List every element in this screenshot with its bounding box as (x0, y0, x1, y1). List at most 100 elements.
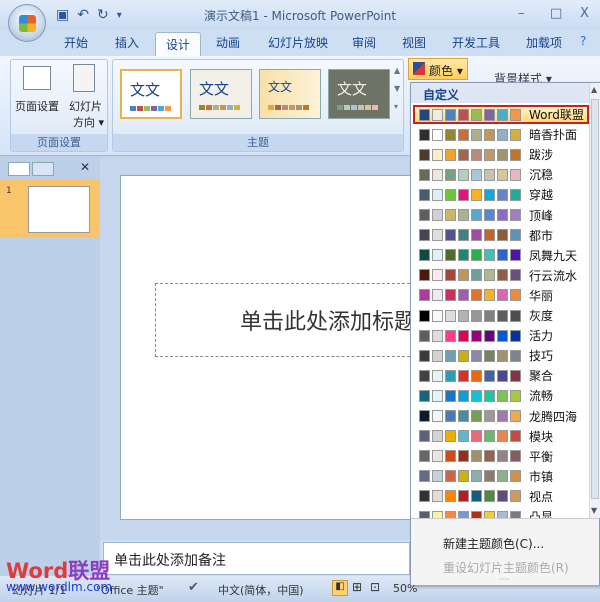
color-scheme-item[interactable]: 行云流水 (415, 266, 587, 285)
color-swatch (484, 269, 495, 282)
color-scheme-item[interactable]: 沉稳 (415, 165, 587, 184)
color-swatch (458, 470, 469, 483)
color-swatch (484, 108, 495, 121)
color-swatch (484, 128, 495, 141)
tab-developer[interactable]: 开发工具 (452, 34, 500, 51)
color-scheme-item[interactable]: Word联盟 (413, 105, 589, 124)
color-swatch (484, 369, 495, 382)
color-swatch (419, 209, 430, 221)
close-button[interactable]: X (580, 6, 589, 21)
customize-qat-icon[interactable]: ▾ (117, 10, 122, 21)
color-scheme-item[interactable]: 模块 (415, 427, 587, 446)
notes-pane[interactable]: 单击此处添加备注 (103, 542, 410, 575)
color-scheme-item[interactable]: 灰度 (415, 306, 587, 325)
color-swatch (445, 128, 456, 141)
slide-orientation-button[interactable]: 幻灯片 (69, 98, 102, 114)
color-scheme-item[interactable]: 龙腾四海 (415, 407, 587, 426)
color-swatch (484, 410, 495, 422)
scroll-down-icon[interactable]: ▼ (591, 506, 597, 515)
gallery-scroll-icon[interactable]: ▲ ▼ ▾ (394, 66, 400, 111)
color-swatch (458, 148, 469, 161)
color-scheme-name: 市镇 (529, 469, 554, 484)
redo-icon[interactable]: ↻ (97, 7, 109, 23)
scroll-up-icon[interactable]: ▲ (591, 85, 597, 94)
color-swatch (497, 188, 508, 201)
color-scheme-item[interactable]: 活力 (415, 326, 587, 345)
color-scheme-item[interactable]: 视点 (415, 487, 587, 506)
color-swatch (471, 430, 482, 443)
color-scheme-item[interactable]: 平衡 (415, 447, 587, 466)
tab-slideshow[interactable]: 幻灯片放映 (268, 34, 328, 51)
color-scheme-item[interactable]: 暗香扑面 (415, 125, 587, 144)
color-swatch (458, 209, 469, 221)
save-icon[interactable]: ▣ (56, 7, 69, 23)
slides-tab[interactable] (8, 162, 30, 176)
color-scheme-item[interactable]: 凤舞九天 (415, 246, 587, 265)
color-swatch (419, 450, 430, 463)
title-placeholder[interactable]: 单击此处添加标题 (155, 283, 415, 357)
spell-check-icon[interactable]: ✔ (188, 580, 199, 595)
normal-view-icon[interactable]: ◧ (332, 580, 348, 596)
color-swatch (458, 108, 469, 121)
color-scheme-item[interactable]: 都市 (415, 226, 587, 245)
theme-2[interactable]: 文文 (190, 69, 252, 119)
page-setup-button[interactable]: 页面设置 (15, 98, 59, 114)
color-swatch (471, 309, 482, 322)
color-swatches (419, 410, 521, 422)
color-scheme-item[interactable]: 流畅 (415, 386, 587, 405)
minimize-button[interactable]: – (518, 6, 525, 21)
menu-scrollbar[interactable]: ▲ ▼ (589, 83, 600, 518)
color-swatch (484, 289, 495, 302)
close-pane-icon[interactable]: ✕ (80, 160, 90, 174)
undo-icon[interactable]: ↶ (77, 7, 89, 23)
color-scheme-name: 视点 (529, 489, 554, 504)
tab-insert[interactable]: 插入 (115, 34, 139, 51)
color-swatch (419, 430, 430, 443)
color-scheme-name: 都市 (529, 228, 554, 243)
maximize-button[interactable]: □ (550, 6, 562, 21)
color-swatches (419, 148, 521, 161)
color-swatches (419, 349, 521, 362)
new-theme-colors-item[interactable]: 新建主题颜色(C)... (443, 535, 544, 552)
tab-design[interactable]: 设计 (155, 32, 202, 58)
tab-animations[interactable]: 动画 (216, 34, 240, 51)
theme-4[interactable]: 文文 (328, 69, 390, 119)
help-icon[interactable]: ? (580, 34, 586, 48)
slideshow-view-icon[interactable]: ⊡ (370, 580, 380, 594)
theme-office[interactable]: 文文 (120, 69, 182, 119)
color-scheme-item[interactable]: 跋涉 (415, 145, 587, 164)
outline-tab[interactable] (32, 162, 54, 176)
color-swatches (419, 329, 521, 342)
slide-thumbnail-selected[interactable]: 1 (0, 180, 100, 238)
color-scheme-item[interactable]: 华丽 (415, 286, 587, 305)
color-scheme-item[interactable]: 聚合 (415, 366, 587, 385)
tab-view[interactable]: 视图 (402, 34, 426, 51)
language-status[interactable]: 中文(简体，中国) (218, 582, 304, 598)
color-swatch (497, 349, 508, 362)
tab-review[interactable]: 审阅 (352, 34, 376, 51)
color-swatch (432, 168, 443, 181)
color-swatch (497, 309, 508, 322)
office-button[interactable] (8, 4, 46, 42)
color-swatch (432, 389, 443, 402)
color-swatch (497, 249, 508, 262)
tab-addins[interactable]: 加载项 (526, 34, 562, 51)
scroll-thumb[interactable] (591, 99, 599, 499)
theme-colors-menu: 自定义 Word联盟 暗香扑面 跋涉 沉稳 穿越 顶峰 都市 凤舞九天 行云流水 华丽 灰度 活力 技巧… (410, 82, 600, 585)
color-scheme-name: 活力 (529, 329, 554, 344)
color-swatch (458, 289, 469, 302)
color-swatch (510, 128, 521, 141)
color-swatch (510, 490, 521, 503)
color-scheme-item[interactable]: 技巧 (415, 346, 587, 365)
color-scheme-item[interactable]: 穿越 (415, 185, 587, 204)
theme-3[interactable]: 文文 (259, 69, 321, 119)
color-swatch (432, 289, 443, 302)
color-scheme-item[interactable]: 市镇 (415, 467, 587, 486)
colors-icon (413, 62, 425, 75)
color-scheme-item[interactable]: 顶峰 (415, 206, 587, 225)
color-swatch (445, 229, 456, 242)
resize-grip-icon[interactable]: ···· (499, 575, 509, 584)
slide-sorter-icon[interactable]: ⊞ (352, 580, 362, 594)
tab-home[interactable]: 开始 (64, 34, 88, 51)
color-swatch (458, 249, 469, 262)
